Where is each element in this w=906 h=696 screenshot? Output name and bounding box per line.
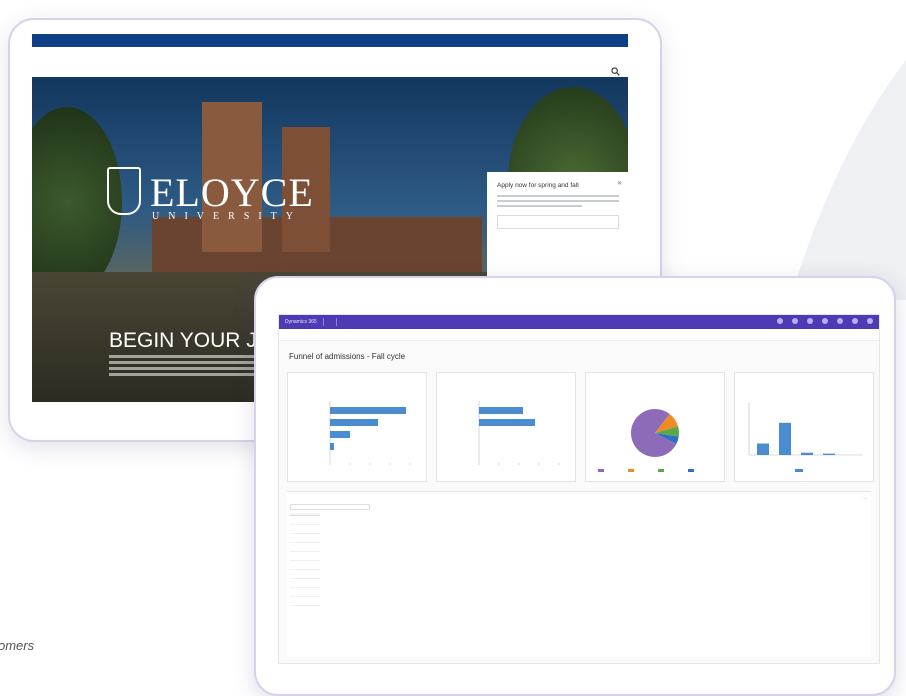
- legend-swatch: [598, 469, 604, 472]
- table-cell[interactable]: [310, 587, 320, 597]
- search-icon[interactable]: [777, 318, 783, 324]
- table-row[interactable]: [290, 515, 320, 525]
- table-cell[interactable]: [290, 515, 300, 525]
- bar: [330, 431, 350, 438]
- hero-body-text: [109, 355, 259, 379]
- grid-search-input[interactable]: [290, 504, 370, 510]
- bar: [479, 407, 523, 414]
- table-row[interactable]: [290, 551, 320, 561]
- table-row[interactable]: [290, 542, 320, 552]
- chart-card[interactable]: [287, 372, 427, 482]
- table-cell: [300, 578, 310, 588]
- table-cell[interactable]: [310, 533, 320, 543]
- records-grid: ⋯: [287, 491, 871, 657]
- table-cell: [300, 533, 310, 543]
- hero-headline: BEGIN YOUR JO: [109, 329, 274, 352]
- table-cell[interactable]: [310, 560, 320, 570]
- chart-card[interactable]: [436, 372, 576, 482]
- utility-bar: [32, 34, 628, 47]
- legend-swatch: [658, 469, 664, 472]
- search-icon[interactable]: [611, 67, 620, 76]
- table-cell[interactable]: [290, 524, 300, 534]
- header-actions: [777, 318, 873, 324]
- table-cell: [300, 551, 310, 561]
- table-cell[interactable]: [310, 596, 320, 606]
- hbar-chart: [478, 401, 560, 465]
- table-cell[interactable]: [310, 569, 320, 579]
- bar: [479, 419, 535, 426]
- table-cell[interactable]: [290, 560, 300, 570]
- help-icon[interactable]: [852, 318, 858, 324]
- bar: [330, 407, 406, 414]
- grid-tools[interactable]: ⋯: [862, 496, 867, 502]
- apply-name-field[interactable]: [497, 215, 619, 229]
- bar: [330, 443, 334, 450]
- data-table: [290, 513, 320, 606]
- university-crest-icon: [107, 167, 141, 215]
- table-cell: [300, 596, 310, 606]
- table-cell[interactable]: [290, 551, 300, 561]
- table-cell: [300, 524, 310, 534]
- hbar-chart: [329, 401, 411, 465]
- table-cell: [300, 542, 310, 552]
- university-logo-subtext: UNIVERSITY: [152, 211, 302, 222]
- university-logo-text: ELOYCE: [150, 170, 314, 215]
- table-row[interactable]: [290, 524, 320, 534]
- table-row[interactable]: [290, 596, 320, 606]
- legend-swatch: [628, 469, 634, 472]
- page-title[interactable]: Funnel of admissions - Fall cycle: [289, 352, 405, 361]
- table-row[interactable]: [290, 587, 320, 597]
- table-row[interactable]: [290, 533, 320, 543]
- chart-card[interactable]: [585, 372, 725, 482]
- apply-panel-title: Apply now for spring and fall: [497, 182, 579, 189]
- pie-chart: [598, 409, 694, 472]
- table-row[interactable]: [290, 560, 320, 570]
- command-bar: [279, 329, 879, 341]
- gear-icon[interactable]: [837, 318, 843, 324]
- caption-text: omers: [0, 638, 35, 653]
- chart-card[interactable]: [734, 372, 874, 482]
- table-cell: [300, 515, 310, 525]
- table-cell[interactable]: [290, 578, 300, 588]
- table-cell: [300, 560, 310, 570]
- table-cell[interactable]: [290, 542, 300, 552]
- table-cell[interactable]: [310, 515, 320, 525]
- table-row[interactable]: [290, 578, 320, 588]
- app-header: Dynamics 365: [279, 315, 879, 329]
- avatar[interactable]: [867, 318, 873, 324]
- bar: [330, 419, 378, 426]
- table-cell[interactable]: [310, 551, 320, 561]
- close-icon[interactable]: ✕: [617, 180, 622, 187]
- table-cell[interactable]: [290, 596, 300, 606]
- table-cell[interactable]: [310, 524, 320, 534]
- table-cell[interactable]: [310, 578, 320, 588]
- plus-icon[interactable]: [807, 318, 813, 324]
- main-nav: [32, 47, 628, 77]
- filter-icon[interactable]: [822, 318, 828, 324]
- legend-swatch: [795, 469, 803, 472]
- app-title[interactable]: Dynamics 365: [285, 319, 317, 325]
- table-cell[interactable]: [290, 569, 300, 579]
- table-cell: [300, 569, 310, 579]
- legend-swatch: [688, 469, 694, 472]
- table-cell[interactable]: [310, 542, 320, 552]
- bar: [757, 443, 769, 455]
- table-cell[interactable]: [290, 587, 300, 597]
- lightbulb-icon[interactable]: [792, 318, 798, 324]
- admissions-dashboard: Dynamics 365 Funnel of admissions - Fall…: [278, 314, 880, 664]
- table-cell[interactable]: [290, 533, 300, 543]
- column-chart: [748, 403, 863, 472]
- bar: [823, 453, 835, 455]
- bar: [779, 422, 791, 455]
- table-cell: [300, 587, 310, 597]
- bar: [801, 452, 813, 455]
- table-row[interactable]: [290, 569, 320, 579]
